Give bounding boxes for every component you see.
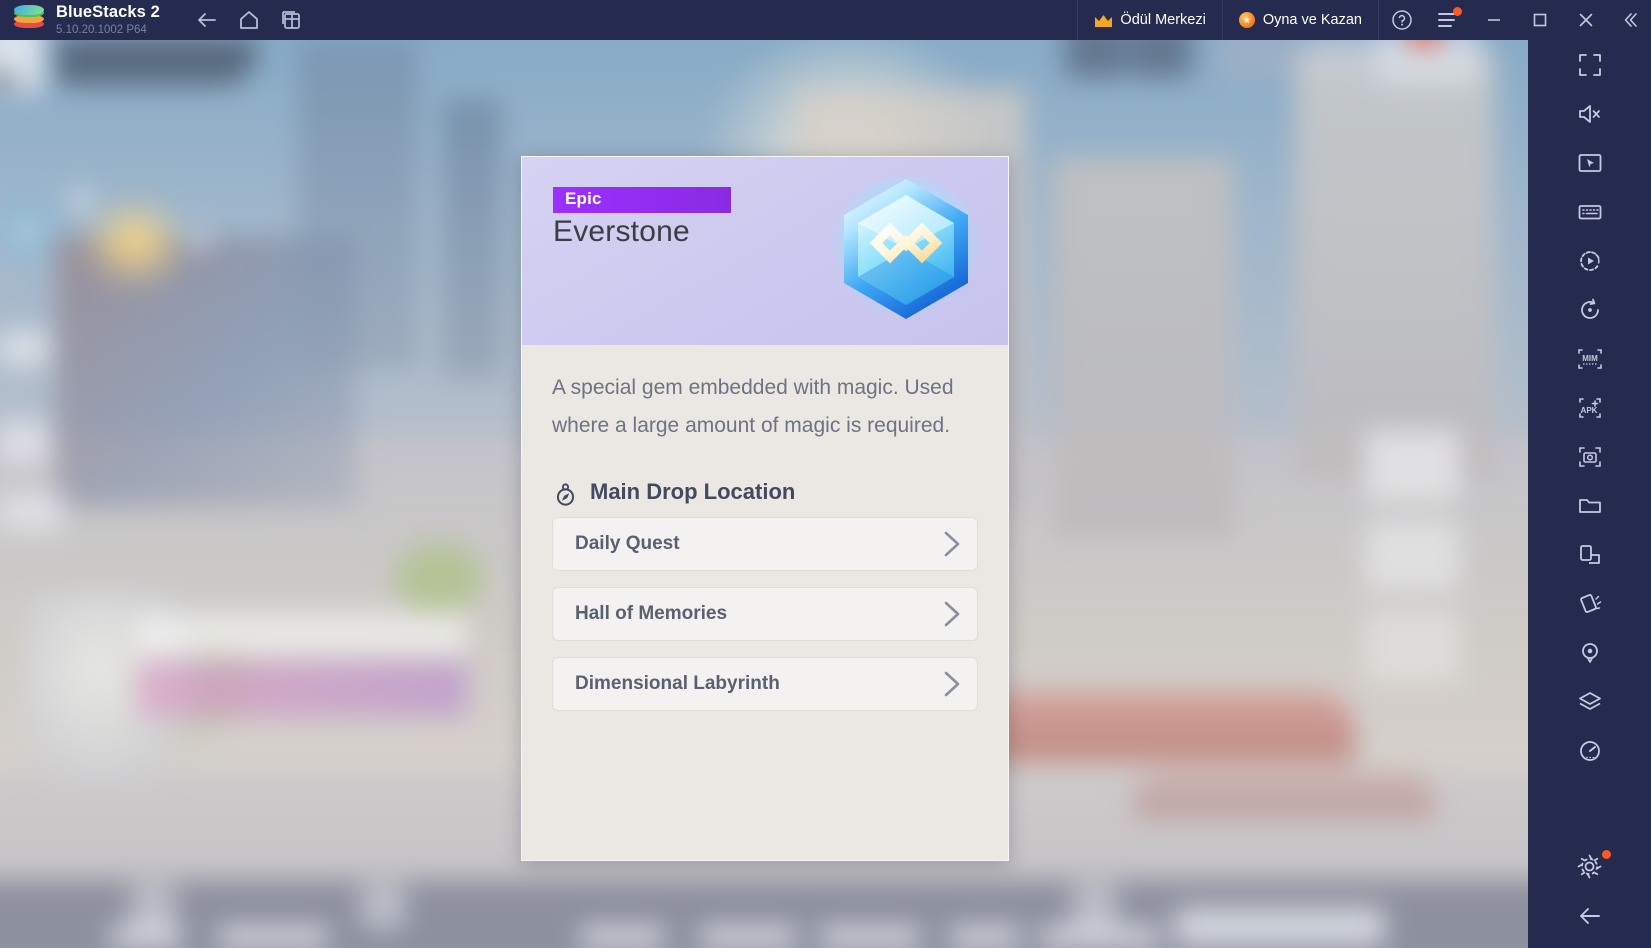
drop-location-label: Daily Quest — [575, 533, 680, 555]
speedometer-icon[interactable] — [1528, 726, 1651, 775]
item-body: A special gem embedded with magic. Used … — [522, 345, 1008, 712]
back-button[interactable] — [186, 0, 228, 40]
layers-stack-icon[interactable] — [1528, 677, 1651, 726]
titlebar: BlueStacks 2 5.10.20.1002 P64 Ödül Merke… — [0, 0, 1651, 40]
sidebar-bottom-group — [1528, 842, 1651, 940]
titlebar-nav — [186, 0, 312, 40]
folder-icon[interactable] — [1528, 481, 1651, 530]
keyboard-icon[interactable] — [1528, 187, 1651, 236]
cursor-screen-icon[interactable] — [1528, 138, 1651, 187]
compass-icon — [552, 477, 579, 507]
svg-text:APK: APK — [1580, 406, 1597, 415]
device-rotate-icon[interactable] — [1528, 530, 1651, 579]
app-version: 5.10.20.1002 P64 — [56, 23, 147, 36]
drop-location-row-1[interactable]: Hall of Memories — [552, 587, 978, 642]
game-viewport[interactable]: Epic Everstone A special gem embedded wi… — [0, 40, 1528, 948]
menu-button[interactable] — [1425, 0, 1471, 40]
shake-device-icon[interactable] — [1528, 579, 1651, 628]
collapse-sidebar-button[interactable] — [1609, 0, 1651, 40]
chevron-right-icon — [941, 669, 963, 699]
help-button[interactable] — [1379, 0, 1425, 40]
item-detail-dialog: Epic Everstone A special gem embedded wi… — [521, 156, 1009, 861]
rarity-badge: Epic — [553, 187, 731, 213]
play-and-earn-label: Oyna ve Kazan — [1262, 12, 1362, 28]
play-record-icon[interactable] — [1528, 236, 1651, 285]
reward-center-label: Ödül Merkezi — [1120, 12, 1206, 28]
drop-location-header: Main Drop Location — [552, 477, 978, 507]
fullscreen-icon[interactable] — [1528, 40, 1651, 89]
everstone-gem-icon — [826, 169, 986, 329]
svg-text:MIM: MIM — [1582, 354, 1598, 363]
titlebar-right: Ödül Merkezi Oyna ve Kazan — [1077, 0, 1651, 40]
chevron-right-icon — [941, 529, 963, 559]
maximize-button[interactable] — [1517, 0, 1563, 40]
item-name: Everstone — [553, 215, 690, 248]
gear-icon[interactable] — [1528, 842, 1651, 891]
menu-notification-badge — [1453, 7, 1462, 16]
drop-location-label: Hall of Memories — [575, 603, 728, 625]
drop-location-label: Dimensional Labyrinth — [575, 673, 780, 695]
reward-center-button[interactable]: Ödül Merkezi — [1077, 0, 1221, 40]
apk-install-icon[interactable]: APK — [1528, 383, 1651, 432]
mim-icon[interactable]: MIM — [1528, 334, 1651, 383]
crown-icon — [1094, 14, 1113, 27]
item-description: A special gem embedded with magic. Used … — [552, 376, 954, 438]
drop-location-title: Main Drop Location — [590, 478, 796, 504]
location-pin-icon[interactable] — [1528, 628, 1651, 677]
coin-icon — [1238, 12, 1255, 28]
chevron-right-icon — [941, 599, 963, 629]
speaker-mute-icon[interactable] — [1528, 89, 1651, 138]
drop-location-row-0[interactable]: Daily Quest — [552, 517, 978, 572]
settings-notification-badge — [1602, 850, 1611, 859]
multi-instance-button[interactable] — [270, 0, 312, 40]
sidebar-back-button[interactable] — [1528, 891, 1651, 940]
home-button[interactable] — [228, 0, 270, 40]
app-name: BlueStacks 2 — [56, 3, 160, 22]
app-title-block: BlueStacks 2 5.10.20.1002 P64 — [56, 3, 160, 36]
rotate-refresh-icon[interactable] — [1528, 285, 1651, 334]
drop-location-row-2[interactable]: Dimensional Labyrinth — [552, 657, 978, 712]
bluestacks-logo-icon — [14, 5, 44, 34]
minimize-button[interactable] — [1471, 0, 1517, 40]
close-button[interactable] — [1563, 0, 1609, 40]
tools-sidebar: MIM APK — [1528, 40, 1651, 948]
item-header: Epic Everstone — [522, 157, 1008, 345]
play-and-earn-button[interactable]: Oyna ve Kazan — [1221, 0, 1379, 40]
camera-frame-icon[interactable] — [1528, 432, 1651, 481]
